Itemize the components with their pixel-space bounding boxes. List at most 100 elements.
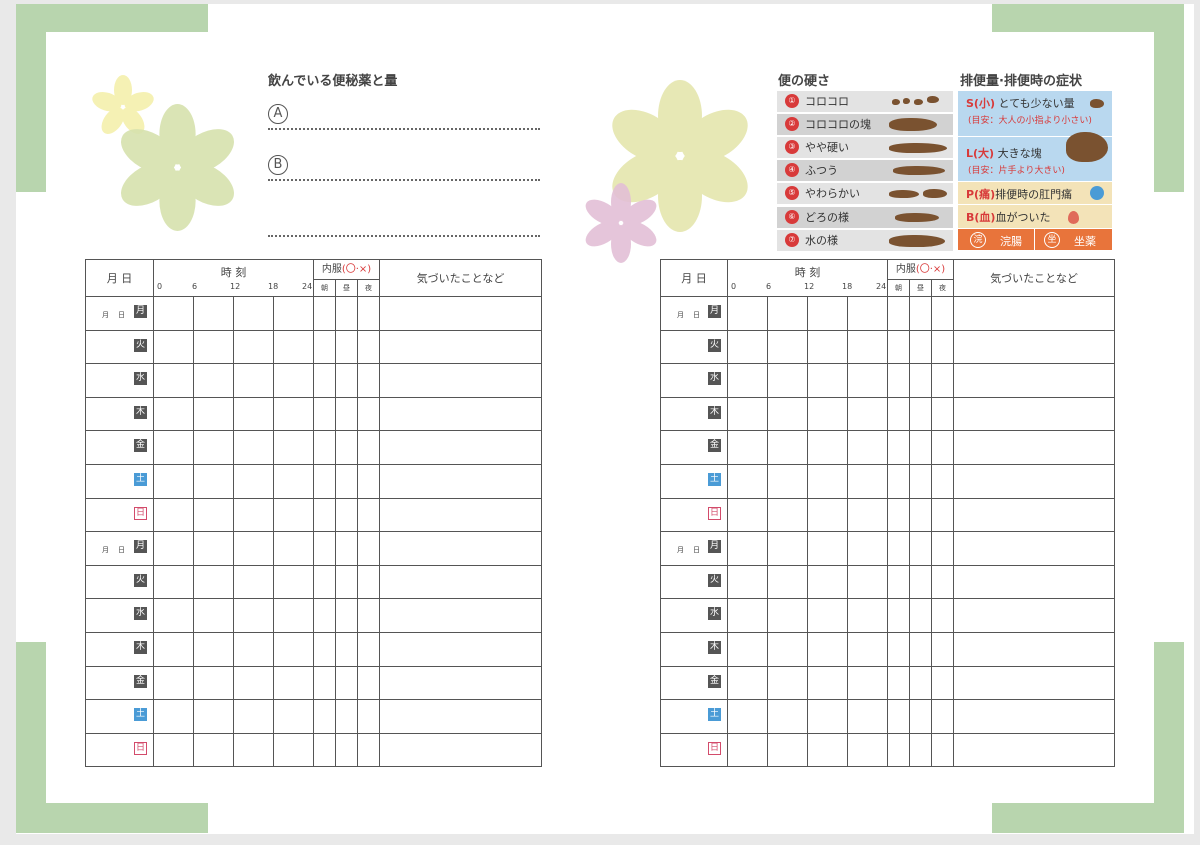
time-cell[interactable] xyxy=(233,665,274,701)
notes-cell[interactable] xyxy=(953,564,1116,600)
time-cell[interactable] xyxy=(153,463,194,499)
time-cell[interactable] xyxy=(193,497,234,533)
time-cell[interactable] xyxy=(233,396,274,432)
time-cell[interactable] xyxy=(233,598,274,633)
medication-cell[interactable] xyxy=(356,631,381,667)
medication-cell[interactable] xyxy=(909,497,932,533)
medication-cell[interactable] xyxy=(335,665,358,701)
time-cell[interactable] xyxy=(273,396,314,432)
time-cell[interactable] xyxy=(273,497,314,533)
medication-cell[interactable] xyxy=(356,329,381,365)
time-cell[interactable] xyxy=(193,665,234,701)
medication-cell[interactable] xyxy=(335,296,358,331)
time-cell[interactable] xyxy=(233,531,274,566)
time-cell[interactable] xyxy=(233,732,274,768)
date-cell[interactable]: 火 xyxy=(85,564,154,600)
medication-cell[interactable] xyxy=(313,296,336,331)
medication-cell[interactable] xyxy=(930,665,955,701)
time-cell[interactable] xyxy=(153,497,194,533)
date-cell[interactable]: 火 xyxy=(85,329,154,365)
notes-cell[interactable] xyxy=(953,598,1116,633)
date-cell[interactable]: 水 xyxy=(660,598,728,633)
medication-cell[interactable] xyxy=(909,665,932,701)
time-cell[interactable] xyxy=(273,598,314,633)
date-cell[interactable]: 水 xyxy=(85,363,154,398)
time-cell[interactable] xyxy=(767,463,808,499)
time-cell[interactable] xyxy=(273,564,314,600)
time-cell[interactable] xyxy=(193,329,234,365)
date-cell[interactable]: 月 日月 xyxy=(85,531,154,566)
date-cell[interactable]: 水 xyxy=(660,363,728,398)
time-cell[interactable] xyxy=(847,463,888,499)
medication-cell[interactable] xyxy=(335,631,358,667)
date-cell[interactable]: 土 xyxy=(85,699,154,734)
time-cell[interactable] xyxy=(847,296,888,331)
time-cell[interactable] xyxy=(153,699,194,734)
time-cell[interactable] xyxy=(727,699,768,734)
date-cell[interactable]: 日 xyxy=(660,497,728,533)
time-cell[interactable] xyxy=(767,699,808,734)
date-cell[interactable]: 火 xyxy=(660,329,728,365)
medication-cell[interactable] xyxy=(887,531,910,566)
time-cell[interactable] xyxy=(153,598,194,633)
time-cell[interactable] xyxy=(847,564,888,600)
medication-cell[interactable] xyxy=(930,296,955,331)
date-cell[interactable]: 月 日月 xyxy=(660,531,728,566)
notes-cell[interactable] xyxy=(953,463,1116,499)
time-cell[interactable] xyxy=(233,363,274,398)
medication-cell[interactable] xyxy=(909,363,932,398)
time-cell[interactable] xyxy=(847,430,888,465)
notes-cell[interactable] xyxy=(379,296,543,331)
medication-cell[interactable] xyxy=(313,564,336,600)
medication-cell[interactable] xyxy=(930,699,955,734)
time-cell[interactable] xyxy=(153,363,194,398)
time-cell[interactable] xyxy=(193,396,234,432)
time-cell[interactable] xyxy=(727,329,768,365)
date-cell[interactable]: 金 xyxy=(660,430,728,465)
medication-cell[interactable] xyxy=(909,430,932,465)
notes-cell[interactable] xyxy=(379,329,543,365)
time-cell[interactable] xyxy=(153,732,194,768)
medication-cell[interactable] xyxy=(930,497,955,533)
time-cell[interactable] xyxy=(767,598,808,633)
notes-cell[interactable] xyxy=(953,665,1116,701)
notes-cell[interactable] xyxy=(379,732,543,768)
time-cell[interactable] xyxy=(727,363,768,398)
notes-cell[interactable] xyxy=(379,430,543,465)
medication-cell[interactable] xyxy=(356,665,381,701)
time-cell[interactable] xyxy=(193,531,234,566)
medication-cell[interactable] xyxy=(887,396,910,432)
time-cell[interactable] xyxy=(153,631,194,667)
time-cell[interactable] xyxy=(193,363,234,398)
notes-cell[interactable] xyxy=(379,598,543,633)
time-cell[interactable] xyxy=(727,497,768,533)
medication-cell[interactable] xyxy=(930,430,955,465)
time-cell[interactable] xyxy=(727,631,768,667)
date-cell[interactable]: 土 xyxy=(660,699,728,734)
medication-cell[interactable] xyxy=(335,463,358,499)
time-cell[interactable] xyxy=(767,296,808,331)
date-cell[interactable]: 金 xyxy=(660,665,728,701)
medication-cell[interactable] xyxy=(356,396,381,432)
medication-cell[interactable] xyxy=(930,531,955,566)
time-cell[interactable] xyxy=(807,732,848,768)
time-cell[interactable] xyxy=(193,631,234,667)
time-cell[interactable] xyxy=(153,329,194,365)
notes-cell[interactable] xyxy=(379,497,543,533)
time-cell[interactable] xyxy=(193,296,234,331)
notes-cell[interactable] xyxy=(953,363,1116,398)
time-cell[interactable] xyxy=(727,564,768,600)
time-cell[interactable] xyxy=(807,598,848,633)
medication-cell[interactable] xyxy=(313,699,336,734)
time-cell[interactable] xyxy=(807,665,848,701)
time-cell[interactable] xyxy=(727,296,768,331)
medication-cell[interactable] xyxy=(313,430,336,465)
time-cell[interactable] xyxy=(847,396,888,432)
medication-cell[interactable] xyxy=(335,329,358,365)
time-cell[interactable] xyxy=(727,531,768,566)
time-cell[interactable] xyxy=(273,329,314,365)
time-cell[interactable] xyxy=(847,631,888,667)
time-cell[interactable] xyxy=(847,665,888,701)
time-cell[interactable] xyxy=(807,531,848,566)
medication-cell[interactable] xyxy=(335,497,358,533)
